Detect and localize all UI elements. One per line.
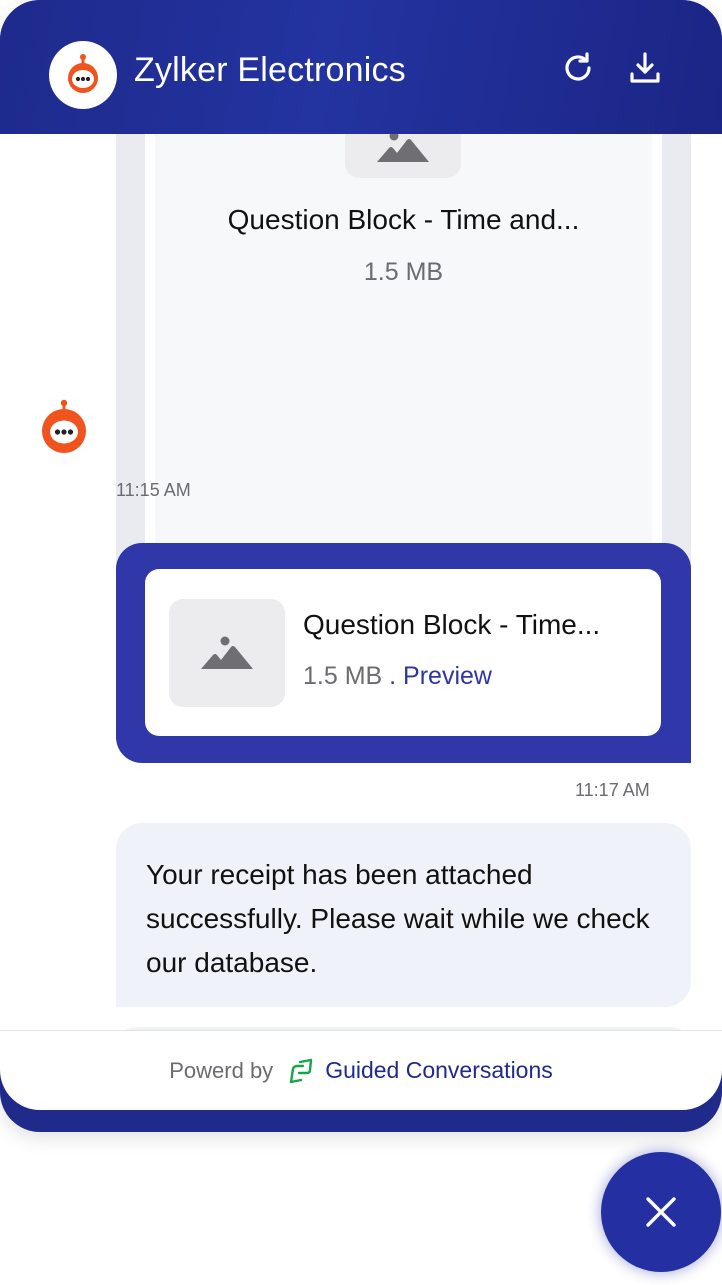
attachment-file-size: 1.5 MB [303, 662, 383, 690]
message-timestamp: 11:15 AM [116, 480, 191, 500]
download-button[interactable] [625, 48, 665, 88]
close-chat-button[interactable] [601, 1152, 721, 1272]
download-icon [630, 52, 660, 83]
chat-widget: Zylker Electronics Question Block - Time… [0, 0, 722, 1132]
attachment-thumbnail [169, 599, 285, 707]
brand-logo [49, 41, 117, 109]
bot-avatar [42, 399, 86, 453]
chat-header: Zylker Electronics [0, 0, 722, 134]
chat-footer: Powerd by Guided Conversations [0, 1030, 722, 1110]
refresh-button[interactable] [558, 48, 598, 88]
message-list[interactable]: Question Block - Time and... 1.5 MB 11:1… [0, 134, 722, 1030]
brand-link[interactable]: Guided Conversations [325, 1057, 553, 1084]
powered-by-label: Powerd by [169, 1057, 274, 1083]
image-icon [201, 636, 253, 669]
guided-conversations-logo-icon [289, 1058, 313, 1083]
bot-attachment-bubble: Question Block - Time and... 1.5 MB [116, 134, 691, 597]
close-icon [646, 1197, 676, 1227]
robot-icon [68, 54, 98, 93]
user-attachment-bubble: Question Block - Time... 1.5 MB . Previe… [116, 543, 691, 763]
attachment-thumbnail [345, 134, 461, 178]
attachment-file-size: 1.5 MB [363, 258, 444, 286]
message-timestamp: 11:17 AM [575, 780, 650, 800]
page-title: Zylker Electronics [134, 51, 406, 89]
preview-link[interactable]: Preview [403, 662, 492, 690]
attachment-card[interactable]: Question Block - Time and... 1.5 MB [145, 134, 662, 570]
attachment-meta: 1.5 MB . Preview [303, 662, 492, 691]
attachment-file-name: Question Block - Time... [303, 609, 601, 640]
image-icon [377, 134, 429, 162]
refresh-icon [565, 52, 591, 81]
attachment-file-name: Question Block - Time and... [227, 204, 580, 235]
bot-message-bubble: Your receipt has been attached successfu… [116, 823, 691, 1007]
meta-separator: . [382, 662, 404, 690]
attachment-card[interactable]: Question Block - Time... 1.5 MB . Previe… [145, 569, 661, 736]
